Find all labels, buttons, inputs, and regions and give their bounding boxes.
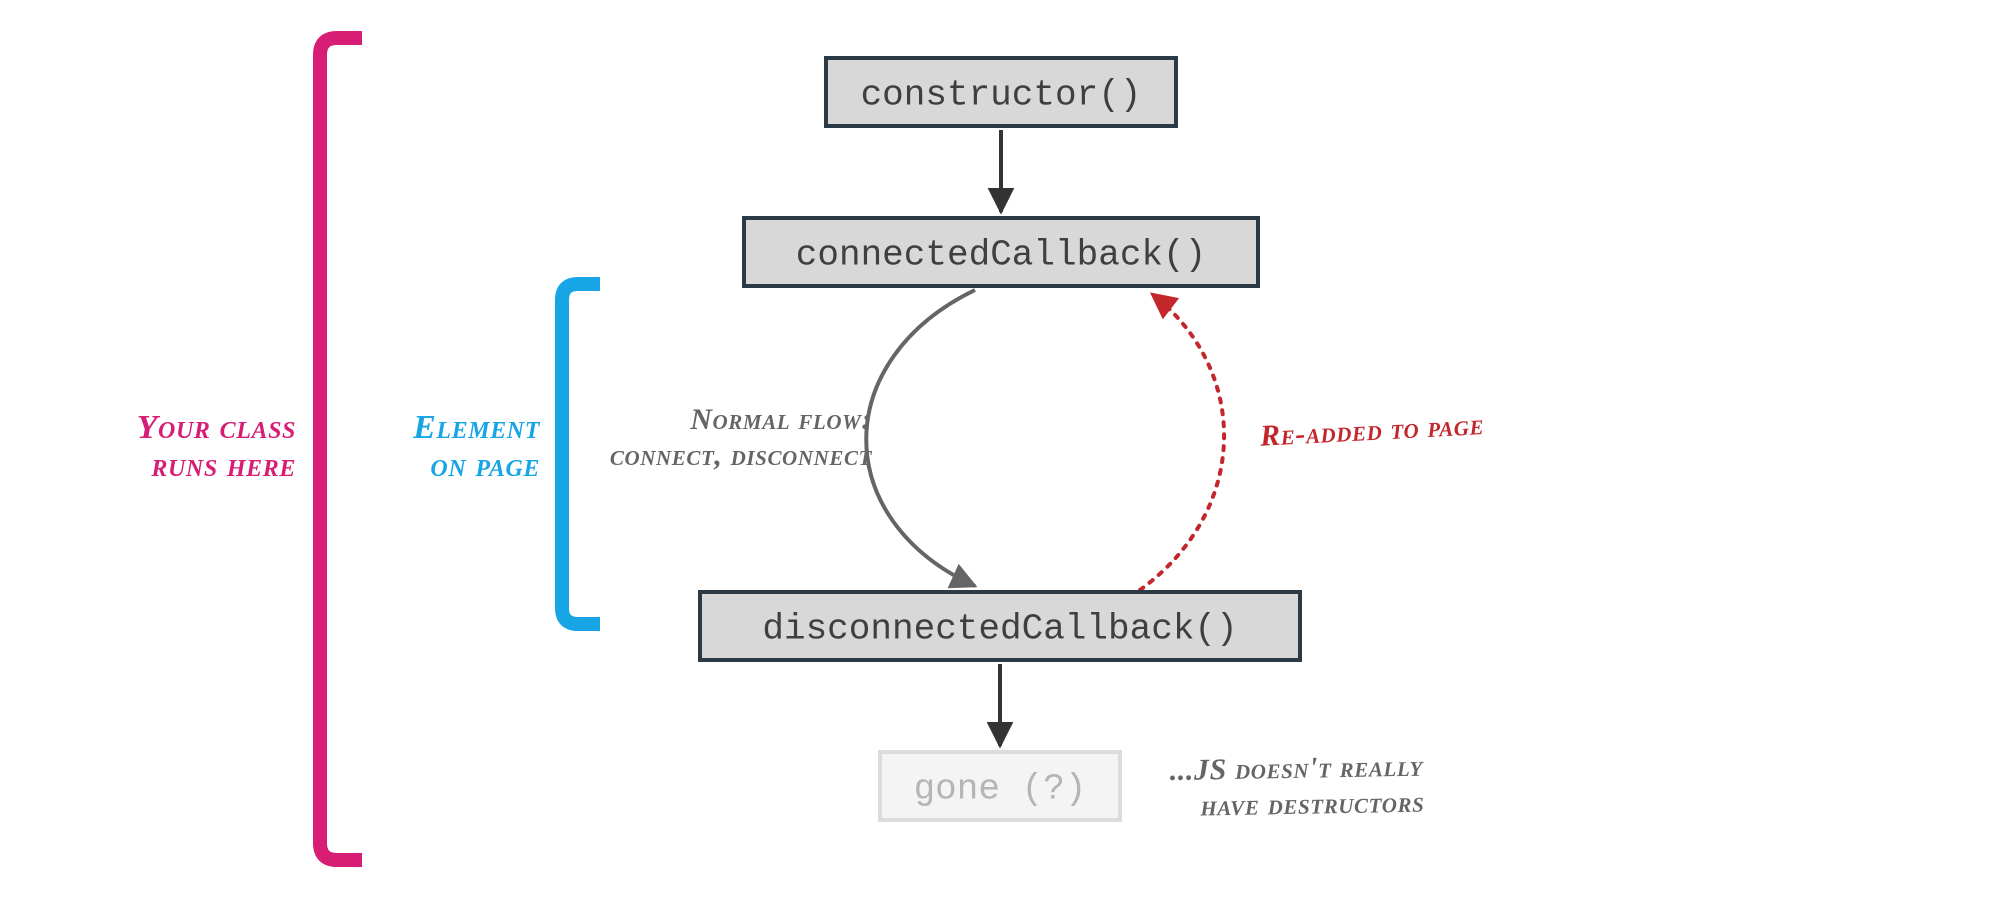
annotation-on-page: Element on page	[412, 409, 541, 484]
annotation-class-runs: Your class runs here	[137, 409, 296, 484]
svg-text:Normal flow:: Normal flow:	[689, 403, 872, 436]
node-gone-label: gone (?)	[914, 769, 1087, 810]
bracket-on-page	[562, 284, 600, 624]
annotation-destructors: ...JS doesn't really have destructors	[1169, 750, 1425, 823]
arrow-readded	[1140, 294, 1224, 590]
svg-text:...JS doesn't really: ...JS doesn't really	[1169, 750, 1424, 787]
svg-text:Re-added to page: Re-added to page	[1258, 408, 1485, 453]
svg-text:Your class: Your class	[137, 409, 296, 446]
svg-text:runs here: runs here	[150, 447, 296, 484]
node-disconnected-label: disconnectedCallback()	[762, 609, 1237, 650]
node-connected-label: connectedCallback()	[796, 235, 1206, 276]
svg-text:connect, disconnect: connect, disconnect	[610, 439, 873, 472]
node-connected: connectedCallback()	[744, 218, 1258, 286]
bracket-class-runs	[320, 38, 362, 860]
annotation-normal-flow: Normal flow: connect, disconnect	[610, 403, 873, 472]
arrow-connected-to-disconnected	[866, 290, 975, 586]
svg-text:on page: on page	[430, 447, 540, 484]
node-gone: gone (?)	[880, 752, 1120, 820]
svg-text:Element: Element	[412, 409, 541, 446]
svg-text:have destructors: have destructors	[1199, 786, 1425, 823]
lifecycle-diagram: constructor() connectedCallback() discon…	[0, 0, 2000, 900]
node-disconnected: disconnectedCallback()	[700, 592, 1300, 660]
node-constructor: constructor()	[826, 58, 1176, 126]
node-constructor-label: constructor()	[861, 75, 1142, 116]
annotation-readded: Re-added to page	[1258, 408, 1485, 453]
